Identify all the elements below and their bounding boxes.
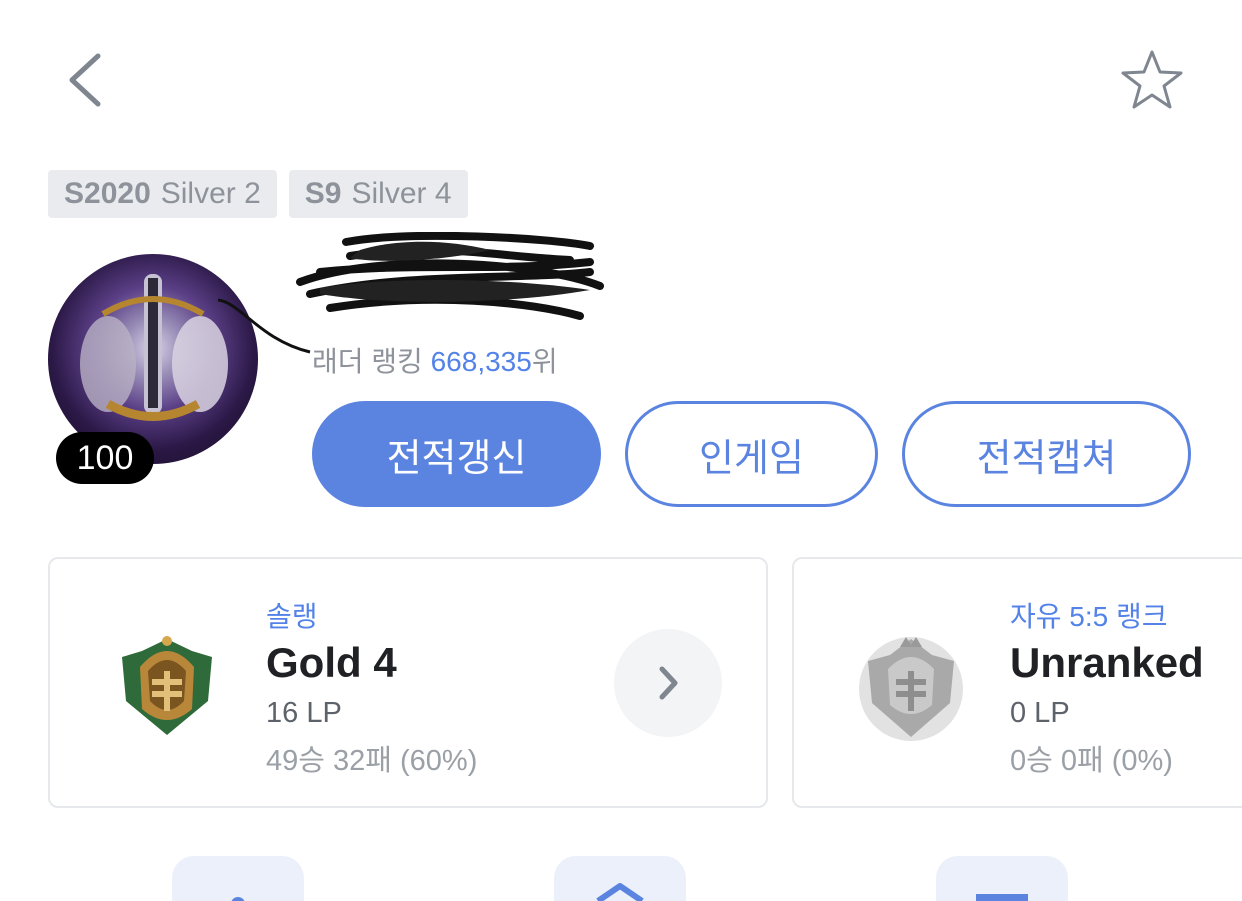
unranked-emblem-icon bbox=[859, 637, 963, 741]
season-badge: S9 Silver 4 bbox=[288, 170, 468, 218]
pen-scribble bbox=[217, 298, 311, 354]
ingame-button[interactable]: 인게임 bbox=[625, 401, 878, 507]
solo-rank-detail-button[interactable] bbox=[614, 629, 722, 737]
home-icon bbox=[596, 883, 644, 901]
ladder-label: 래더 랭킹 bbox=[312, 346, 423, 377]
list-icon bbox=[976, 894, 1028, 901]
ladder-rank-value: 668,335 bbox=[430, 346, 532, 377]
shortcut-tile-2[interactable] bbox=[554, 856, 686, 901]
ladder-rank-suffix: 위 bbox=[531, 346, 558, 377]
flex-rank-card[interactable]: 자유 5:5 랭크 Unranked 0 LP 0승 0패 (0%) bbox=[792, 557, 1242, 808]
favorite-button[interactable] bbox=[1118, 48, 1186, 112]
season-label: S2020 bbox=[64, 177, 151, 210]
person-icon bbox=[231, 897, 245, 901]
back-button[interactable] bbox=[62, 48, 112, 112]
shortcut-tile-1[interactable] bbox=[172, 856, 304, 901]
rank-lp: 16 LP bbox=[266, 697, 342, 729]
season-badge: S2020 Silver 2 bbox=[48, 170, 277, 218]
season-badges: S2020 Silver 2 S9 Silver 4 bbox=[48, 170, 468, 218]
rank-tier: Gold 4 bbox=[266, 639, 397, 686]
summoner-name-redacted bbox=[290, 231, 610, 328]
rank-tier: Unranked bbox=[1010, 639, 1204, 686]
capture-button[interactable]: 전적캡쳐 bbox=[902, 401, 1191, 507]
season-label: S9 bbox=[304, 177, 342, 210]
summoner-profile-page: S2020 Silver 2 S9 Silver 4 100 래더 랭킹 668… bbox=[0, 0, 1242, 901]
rank-queue-label: 자유 5:5 랭크 bbox=[1010, 601, 1168, 632]
chevron-right-icon bbox=[659, 666, 678, 700]
chevron-left-icon bbox=[69, 53, 101, 107]
rank-lp: 0 LP bbox=[1010, 697, 1070, 729]
level-badge: 100 bbox=[56, 432, 154, 484]
season-tier: Silver 4 bbox=[351, 177, 452, 210]
gold-emblem-icon bbox=[122, 636, 212, 735]
shortcut-tile-3[interactable] bbox=[936, 856, 1068, 901]
rank-record: 0승 0패 (0%) bbox=[1010, 745, 1173, 777]
season-tier: Silver 2 bbox=[160, 177, 261, 210]
star-outline-icon bbox=[1121, 50, 1183, 109]
ladder-ranking: 래더 랭킹 668,335위 bbox=[312, 340, 558, 380]
solo-rank-card[interactable]: 솔랭 Gold 4 16 LP 49승 32패 (60%) bbox=[48, 557, 768, 808]
rank-record: 49승 32패 (60%) bbox=[266, 745, 478, 777]
refresh-button[interactable]: 전적갱신 bbox=[312, 401, 601, 507]
rank-queue-label: 솔랭 bbox=[266, 601, 318, 632]
